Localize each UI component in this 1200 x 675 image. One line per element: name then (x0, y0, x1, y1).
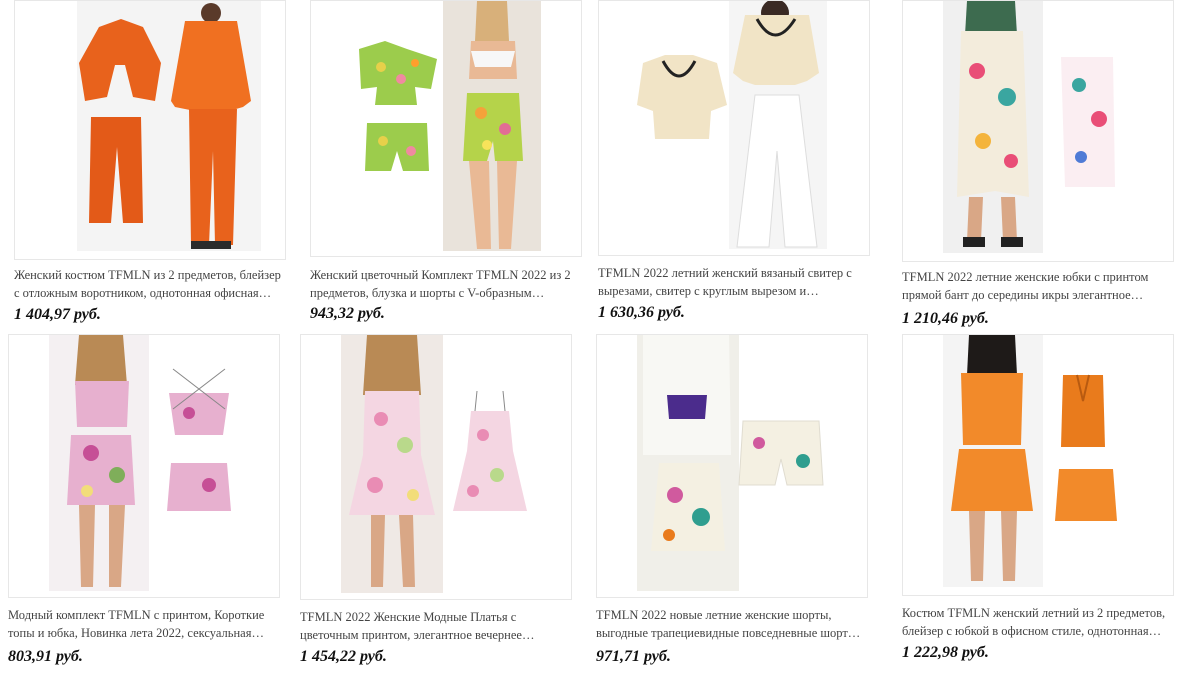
product-image[interactable] (14, 0, 286, 260)
product-title[interactable]: Модный комплект TFMLN с принтом, Коротки… (8, 606, 280, 642)
product-price: 1 222,98 руб. (902, 644, 989, 661)
product-image[interactable] (902, 0, 1174, 262)
product-title[interactable]: Костюм TFMLN женский летний из 2 предмет… (902, 604, 1174, 640)
product-price: 1 630,36 руб. (598, 304, 685, 321)
product-title[interactable]: TFMLN 2022 летний женский вязаный свитер… (598, 264, 870, 300)
product-photo (77, 1, 261, 251)
product-title[interactable]: Женский цветочный Комплект TFMLN 2022 из… (310, 266, 582, 302)
product-price: 1 210,46 руб. (902, 310, 989, 327)
product-title[interactable]: TFMLN 2022 летние женские юбки с принтом… (902, 268, 1174, 304)
product-photo (359, 1, 541, 251)
product-price: 943,32 руб. (310, 305, 385, 322)
product-price: 1 454,22 руб. (300, 648, 387, 665)
product-image[interactable] (598, 0, 870, 256)
product-photo (341, 335, 527, 593)
product-photo (49, 335, 231, 591)
product-photo (943, 335, 1117, 587)
product-title[interactable]: TFMLN 2022 новые летние женские шорты, в… (596, 606, 868, 642)
product-image[interactable] (902, 334, 1174, 596)
product-photo (637, 1, 827, 249)
product-image[interactable] (310, 0, 582, 257)
product-image[interactable] (8, 334, 280, 598)
product-title[interactable]: Женский костюм TFMLN из 2 предметов, бле… (14, 266, 286, 302)
product-image[interactable] (300, 334, 572, 600)
product-price: 803,91 руб. (8, 648, 83, 665)
product-image[interactable] (596, 334, 868, 598)
product-price: 971,71 руб. (596, 648, 671, 665)
product-photo (943, 1, 1115, 253)
product-photo (637, 335, 824, 591)
product-price: 1 404,97 руб. (14, 306, 101, 323)
product-title[interactable]: TFMLN 2022 Женские Модные Платья с цвето… (300, 608, 572, 644)
